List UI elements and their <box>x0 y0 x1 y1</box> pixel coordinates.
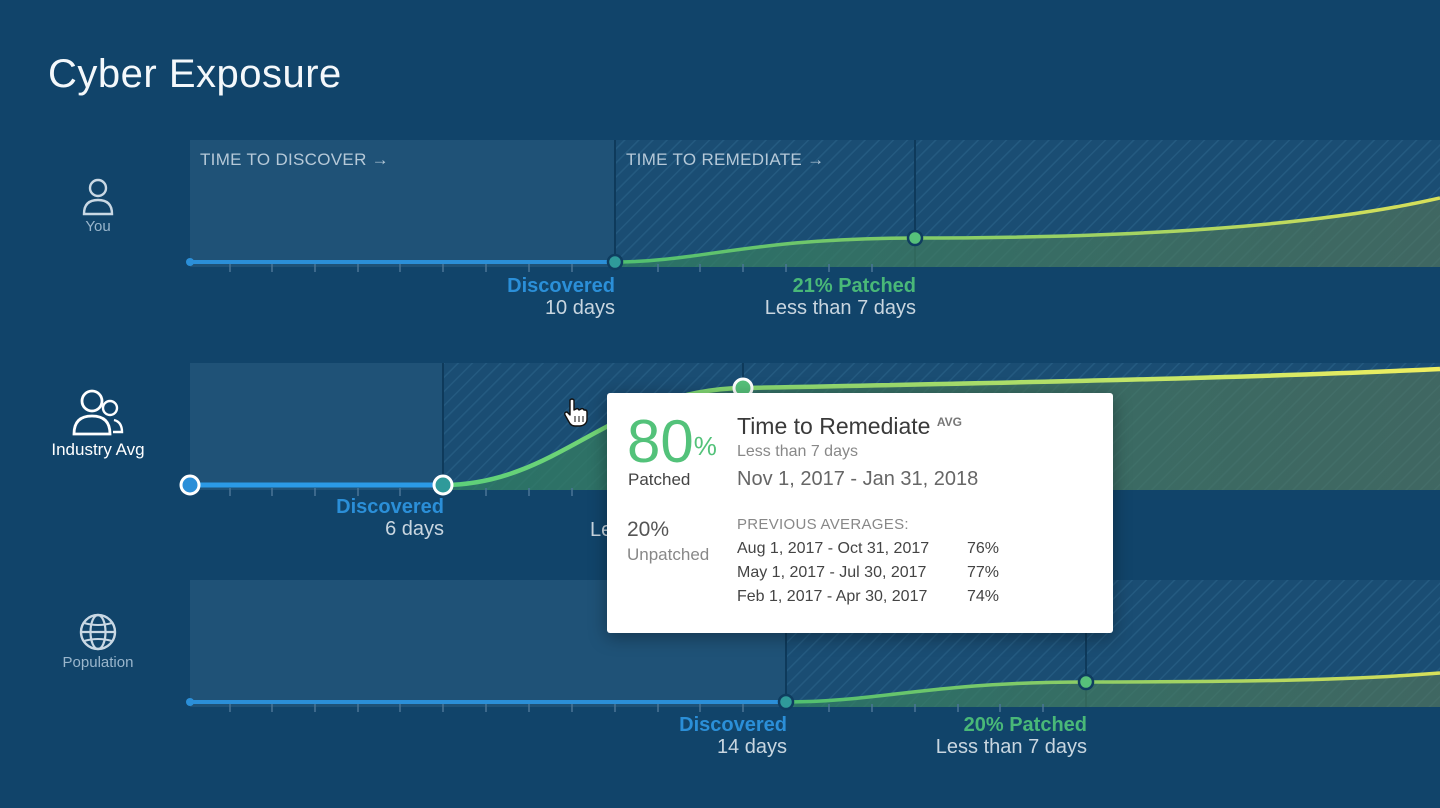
discovered-point[interactable] <box>606 253 624 271</box>
patched-label: 21% Patched <box>792 275 916 297</box>
discover-zone <box>190 363 443 490</box>
previous-averages-title: PREVIOUS AVERAGES: <box>737 516 909 533</box>
tooltip-subheading: Less than 7 days <box>737 443 858 460</box>
discovered-days: 6 days <box>385 518 444 540</box>
discovered-point[interactable] <box>777 693 795 711</box>
population-patched-marker: 20% Patched Less than 7 days <box>936 714 1087 759</box>
tooltip-patched-percent: 80% <box>627 408 717 475</box>
previous-average-row: Feb 1, 2017 - Apr 30, 2017 74% <box>737 588 1000 605</box>
tooltip-heading: Time to Remediate AVG <box>737 413 962 439</box>
discovered-label: Discovered <box>679 714 787 736</box>
industry-discovered-marker: Discovered 6 days <box>336 496 444 541</box>
you-discovered-marker: Discovered 10 days <box>507 275 615 320</box>
population-discovered-marker: Discovered 14 days <box>679 714 787 759</box>
patched-point[interactable] <box>906 229 924 247</box>
you-patched-marker: 21% Patched Less than 7 days <box>765 275 916 320</box>
tooltip-unpatched-label: Unpatched <box>627 545 710 564</box>
patched-days: Less than 7 days <box>764 297 916 319</box>
patched-label: 20% Patched <box>963 714 1087 736</box>
time-to-remediate-label: TIME TO REMEDIATE → <box>626 150 825 169</box>
hand-pointer-icon <box>564 398 588 427</box>
discovered-label: Discovered <box>507 275 615 297</box>
patched-point[interactable] <box>1077 673 1095 691</box>
discovered-days: 14 days <box>716 736 787 758</box>
discovered-label: Discovered <box>336 496 444 518</box>
time-to-discover-label: TIME TO DISCOVER → <box>200 150 389 169</box>
previous-average-row: Aug 1, 2017 - Oct 31, 2017 76% <box>737 540 1000 557</box>
remediation-tooltip: 80% Patched 20% Unpatched Time to Remedi… <box>607 393 1113 633</box>
start-point[interactable] <box>179 474 201 496</box>
discovered-days: 10 days <box>544 297 615 319</box>
discovered-point[interactable] <box>432 474 454 496</box>
previous-averages-list: Aug 1, 2017 - Oct 31, 2017 76% May 1, 201… <box>737 540 1037 612</box>
tooltip-unpatched-percent: 20% <box>627 518 670 541</box>
avg-badge: AVG <box>936 415 962 429</box>
tooltip-date-range: Nov 1, 2017 - Jan 31, 2018 <box>737 468 979 490</box>
previous-average-row: May 1, 2017 - Jul 30, 2017 77% <box>737 564 1000 581</box>
patched-days: Less than 7 days <box>935 736 1087 758</box>
tooltip-patched-label: Patched <box>628 470 691 489</box>
